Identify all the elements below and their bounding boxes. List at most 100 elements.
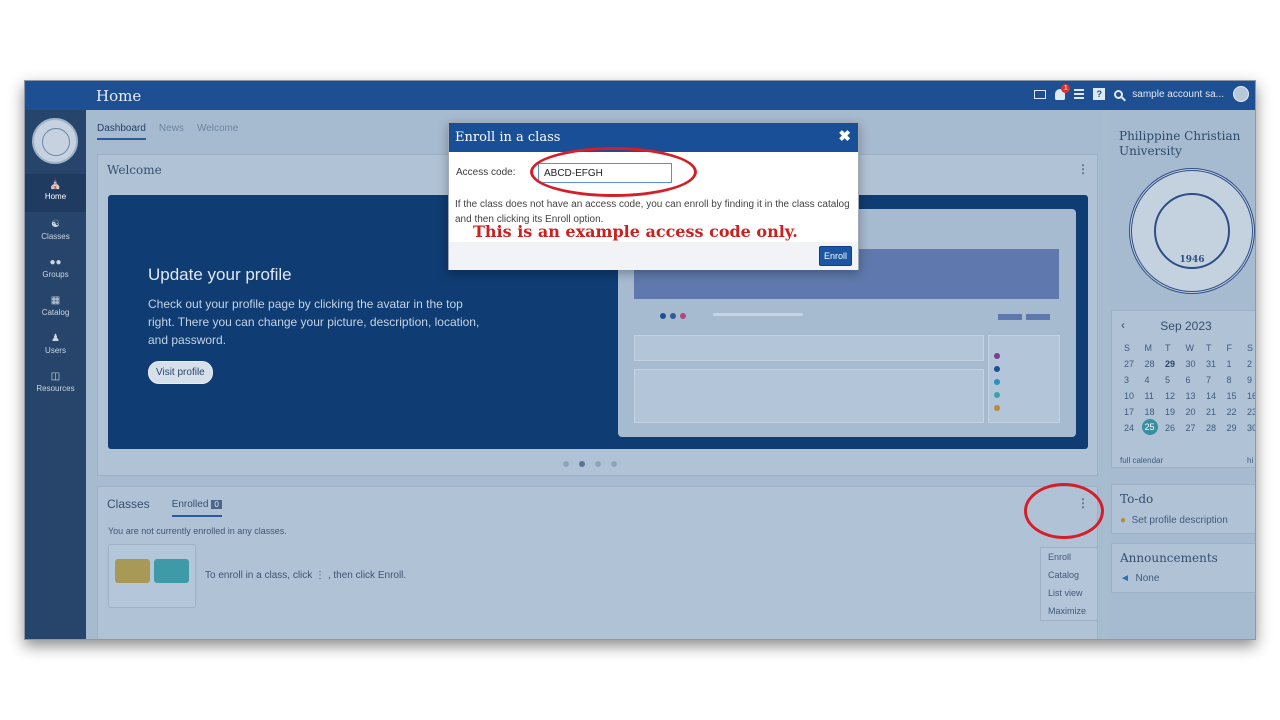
pin-icon: ● — [1120, 515, 1127, 526]
calendar-day[interactable]: 6 — [1186, 375, 1207, 385]
illustration-button — [998, 314, 1022, 320]
todo-item[interactable]: ● Set profile description — [1120, 515, 1228, 526]
calendar-day[interactable]: 20 — [1186, 407, 1207, 417]
calendar-day[interactable]: 17 — [1124, 407, 1145, 417]
tab-dashboard[interactable]: Dashboard — [97, 123, 146, 140]
mail-icon[interactable] — [1034, 89, 1047, 99]
modal-footer: Enroll — [449, 242, 858, 270]
tab-enrolled[interactable]: Enrolled 0 — [171, 499, 222, 517]
calendar-day[interactable]: 18 — [1145, 407, 1166, 417]
access-code-label: Access code: — [456, 167, 516, 178]
top-toolbar: 1 ? sample account sa... — [1034, 83, 1249, 102]
annotation-circle-access-code — [530, 147, 697, 197]
bell-icon[interactable]: 1 — [1055, 83, 1071, 100]
menu-item-enroll[interactable]: Enroll — [1041, 548, 1097, 566]
school-logo[interactable] — [32, 118, 78, 164]
calendar-day[interactable]: 13 — [1186, 391, 1207, 401]
enroll-button[interactable]: Enroll — [818, 246, 852, 266]
illustration-dot — [660, 313, 666, 319]
modal-title: Enroll in a class — [455, 130, 561, 145]
tab-welcome[interactable]: Welcome — [197, 123, 239, 140]
calendar-day[interactable]: 10 — [1124, 391, 1145, 401]
calendar-day[interactable]: 14 — [1206, 391, 1227, 401]
notification-badge: 1 — [1061, 83, 1071, 93]
calendar-day[interactable]: 16 — [1247, 391, 1255, 401]
calendar-day[interactable]: 29 — [1165, 359, 1186, 369]
calendar-day[interactable]: 28 — [1206, 423, 1227, 435]
placeholder-tile — [154, 559, 189, 583]
classes-card: Classes Enrolled 0 ⋮ You are not currentl… — [97, 486, 1098, 639]
carousel-dot[interactable] — [595, 461, 601, 467]
calendar-day[interactable]: 19 — [1165, 407, 1186, 417]
right-column: Philippine Christian University 1946 ‹ S… — [1109, 110, 1255, 639]
calendar-day[interactable]: 28 — [1145, 359, 1166, 369]
menu-item-list-view[interactable]: List view — [1041, 584, 1097, 602]
nav-item-home[interactable]: ⛪ Home — [25, 174, 86, 212]
search-icon[interactable] — [1114, 89, 1124, 99]
placeholder-tile — [115, 559, 150, 583]
calendar-day[interactable]: 31 — [1206, 359, 1227, 369]
announcements-card: Announcements ◄ None — [1111, 543, 1255, 593]
full-calendar-link[interactable]: full calendar — [1120, 456, 1163, 465]
megaphone-icon: ◄ — [1120, 573, 1130, 584]
illustration-panel — [634, 369, 984, 423]
illustration-line — [713, 313, 803, 316]
menu-item-catalog[interactable]: Catalog — [1041, 566, 1097, 584]
announcement-label: None — [1135, 573, 1160, 584]
calendar-day[interactable]: 26 — [1165, 423, 1186, 435]
nav-item-resources[interactable]: ◫ Resources — [25, 367, 86, 403]
calendar-day[interactable]: 12 — [1165, 391, 1186, 401]
banner-text: Check out your profile page by clicking … — [148, 297, 480, 347]
tab-news[interactable]: News — [159, 123, 184, 140]
carousel-dot-active[interactable] — [579, 461, 585, 467]
nav-item-catalog[interactable]: ▦ Catalog — [25, 291, 86, 327]
left-nav: ⛪ Home ☯ Classes ●● Groups ▦ Catalog ♟ Users … — [25, 110, 86, 639]
calendar-day[interactable]: 7 — [1206, 375, 1227, 385]
weekday-label: T — [1206, 343, 1212, 353]
welcome-menu-icon[interactable]: ⋮ — [1077, 162, 1089, 176]
todo-card: To-do ● Set profile description — [1111, 484, 1255, 534]
calendar-day-today[interactable]: 25 — [1141, 419, 1158, 435]
calendar-day[interactable]: 15 — [1227, 391, 1248, 401]
calendar-day[interactable]: 11 — [1145, 391, 1166, 401]
close-icon[interactable]: ✖ — [838, 127, 851, 145]
user-name[interactable]: sample account sa... — [1132, 89, 1224, 100]
calendar-day[interactable]: 4 — [1145, 375, 1166, 385]
nav-item-groups[interactable]: ●● Groups — [25, 253, 86, 289]
classes-title: Classes — [107, 497, 150, 511]
university-seal: 1946 — [1129, 168, 1255, 294]
calendar-day[interactable]: 1 — [1227, 359, 1248, 369]
nav-item-users[interactable]: ♟ Users — [25, 329, 86, 365]
carousel-pager — [563, 461, 617, 467]
classes-dropdown-menu: Enroll Catalog List view Maximize — [1040, 547, 1098, 621]
calendar-day[interactable]: 29 — [1227, 423, 1248, 435]
calendar-day[interactable]: 5 — [1165, 375, 1186, 385]
enrolled-label: Enrolled — [171, 499, 209, 510]
todo-title: To-do — [1120, 492, 1154, 506]
menu-item-maximize[interactable]: Maximize — [1041, 602, 1097, 620]
avatar[interactable] — [1233, 86, 1249, 102]
carousel-dot[interactable] — [611, 461, 617, 467]
calendar-day[interactable]: 22 — [1227, 407, 1248, 417]
illustration-dot — [680, 313, 686, 319]
visit-profile-button[interactable]: Visit profile — [148, 361, 213, 384]
nav-label: Catalog — [41, 308, 70, 317]
nav-item-classes[interactable]: ☯ Classes — [25, 215, 86, 251]
calendar-day[interactable]: 2 — [1247, 359, 1255, 369]
calendar-day[interactable]: 30 — [1186, 359, 1207, 369]
weekday-label: S — [1247, 343, 1254, 353]
weekday-label: M — [1144, 343, 1153, 353]
carousel-dot[interactable] — [563, 461, 569, 467]
calendar-day[interactable]: 3 — [1124, 375, 1145, 385]
calendar-day[interactable]: 21 — [1206, 407, 1227, 417]
hide-link[interactable]: hi — [1247, 456, 1253, 465]
help-icon[interactable]: ? — [1093, 88, 1106, 100]
calendar-day[interactable]: 23 — [1247, 407, 1255, 417]
calendar-icon[interactable] — [1074, 89, 1085, 99]
calendar-day[interactable]: 30 — [1247, 423, 1255, 435]
catalog-icon: ▦ — [50, 295, 61, 306]
calendar-day[interactable]: 27 — [1124, 359, 1145, 369]
calendar-day[interactable]: 8 — [1227, 375, 1248, 385]
calendar-day[interactable]: 9 — [1247, 375, 1255, 385]
calendar-day[interactable]: 27 — [1186, 423, 1207, 435]
